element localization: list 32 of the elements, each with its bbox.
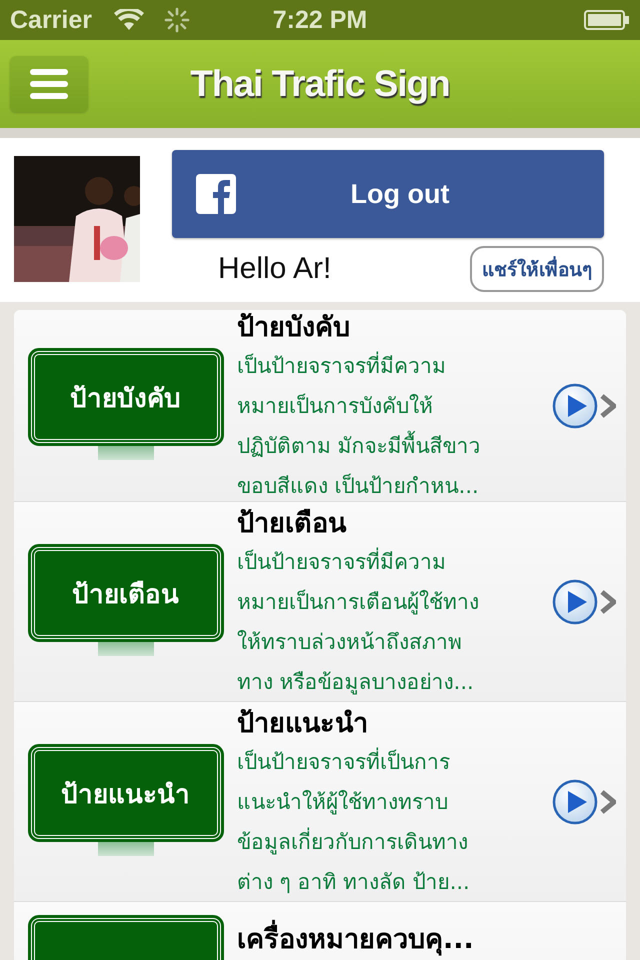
- sign-description: เป็นป้ายจราจรที่มีความ หมายเป็นการเตือนผู้ใช้ทาง ให้ทราบล่วงหน้าถึงสภาพ ทาง หรือข้อมูลบางอย่าง...: [237, 546, 480, 696]
- play-icon[interactable]: [552, 382, 598, 428]
- activity-spinner-icon: [164, 7, 190, 33]
- greeting-text: Hello Ar!: [218, 252, 332, 286]
- sign-title: ป้ายแนะนำ: [237, 706, 369, 740]
- wifi-icon: [114, 9, 144, 31]
- clock-time: 7:22 PM: [272, 6, 368, 34]
- chevron-icon: [600, 790, 616, 814]
- sign-title: ป้ายเตือน: [237, 506, 348, 540]
- menu-icon: [30, 69, 68, 99]
- app-title: Thai Trafic Sign: [189, 63, 451, 105]
- sign-title: เครื่องหมายควบคุ...: [237, 922, 626, 958]
- sign-post: [98, 446, 154, 460]
- menu-button[interactable]: [10, 56, 88, 112]
- sign-label: ป้ายแนะนำ: [61, 778, 190, 812]
- list-row[interactable]: ป้ายบังคับ ป้ายบังคับ เป็นป้ายจราจรที่มีความ หมายเป็นการบังคับให้ ปฏิบัติตาม มักจะมีพื้นสีขาว ขอบสีแดง เป็นป้ายกำหน...: [14, 310, 626, 502]
- sign-label: ป้ายเตือน: [72, 578, 179, 612]
- chevron-icon: [600, 590, 616, 614]
- sign-post: [98, 642, 154, 656]
- sign-description: เป็นป้ายจราจรที่มีความ หมายเป็นการบังคับให้ ปฏิบัติตาม มักจะมีพื้นสีขาว ขอบสีแดง เป็นป้ายกำหน...: [237, 350, 482, 500]
- facebook-icon: [196, 174, 236, 214]
- play-icon[interactable]: [552, 778, 598, 824]
- sign-description: เป็นป้ายจราจรที่เป็นการ แนะนำให้ผู้ใช้ทางทราบ ข้อมูลเกี่ยวกับการเดินทาง ต่าง ๆ อาทิ ทางลัด ป้าย...: [237, 746, 471, 896]
- chevron-icon: [600, 394, 616, 418]
- share-button[interactable]: แชร์ให้เพื่อนๆ: [470, 246, 604, 292]
- sign-title: ป้ายบังคับ: [237, 310, 351, 344]
- carrier-name: Carrier: [10, 6, 92, 34]
- sign-label: ป้ายบังคับ: [70, 382, 181, 416]
- sign-post: [98, 842, 154, 856]
- logout-button[interactable]: Log out: [172, 150, 604, 238]
- play-icon[interactable]: [552, 578, 598, 624]
- battery-icon: [584, 10, 630, 30]
